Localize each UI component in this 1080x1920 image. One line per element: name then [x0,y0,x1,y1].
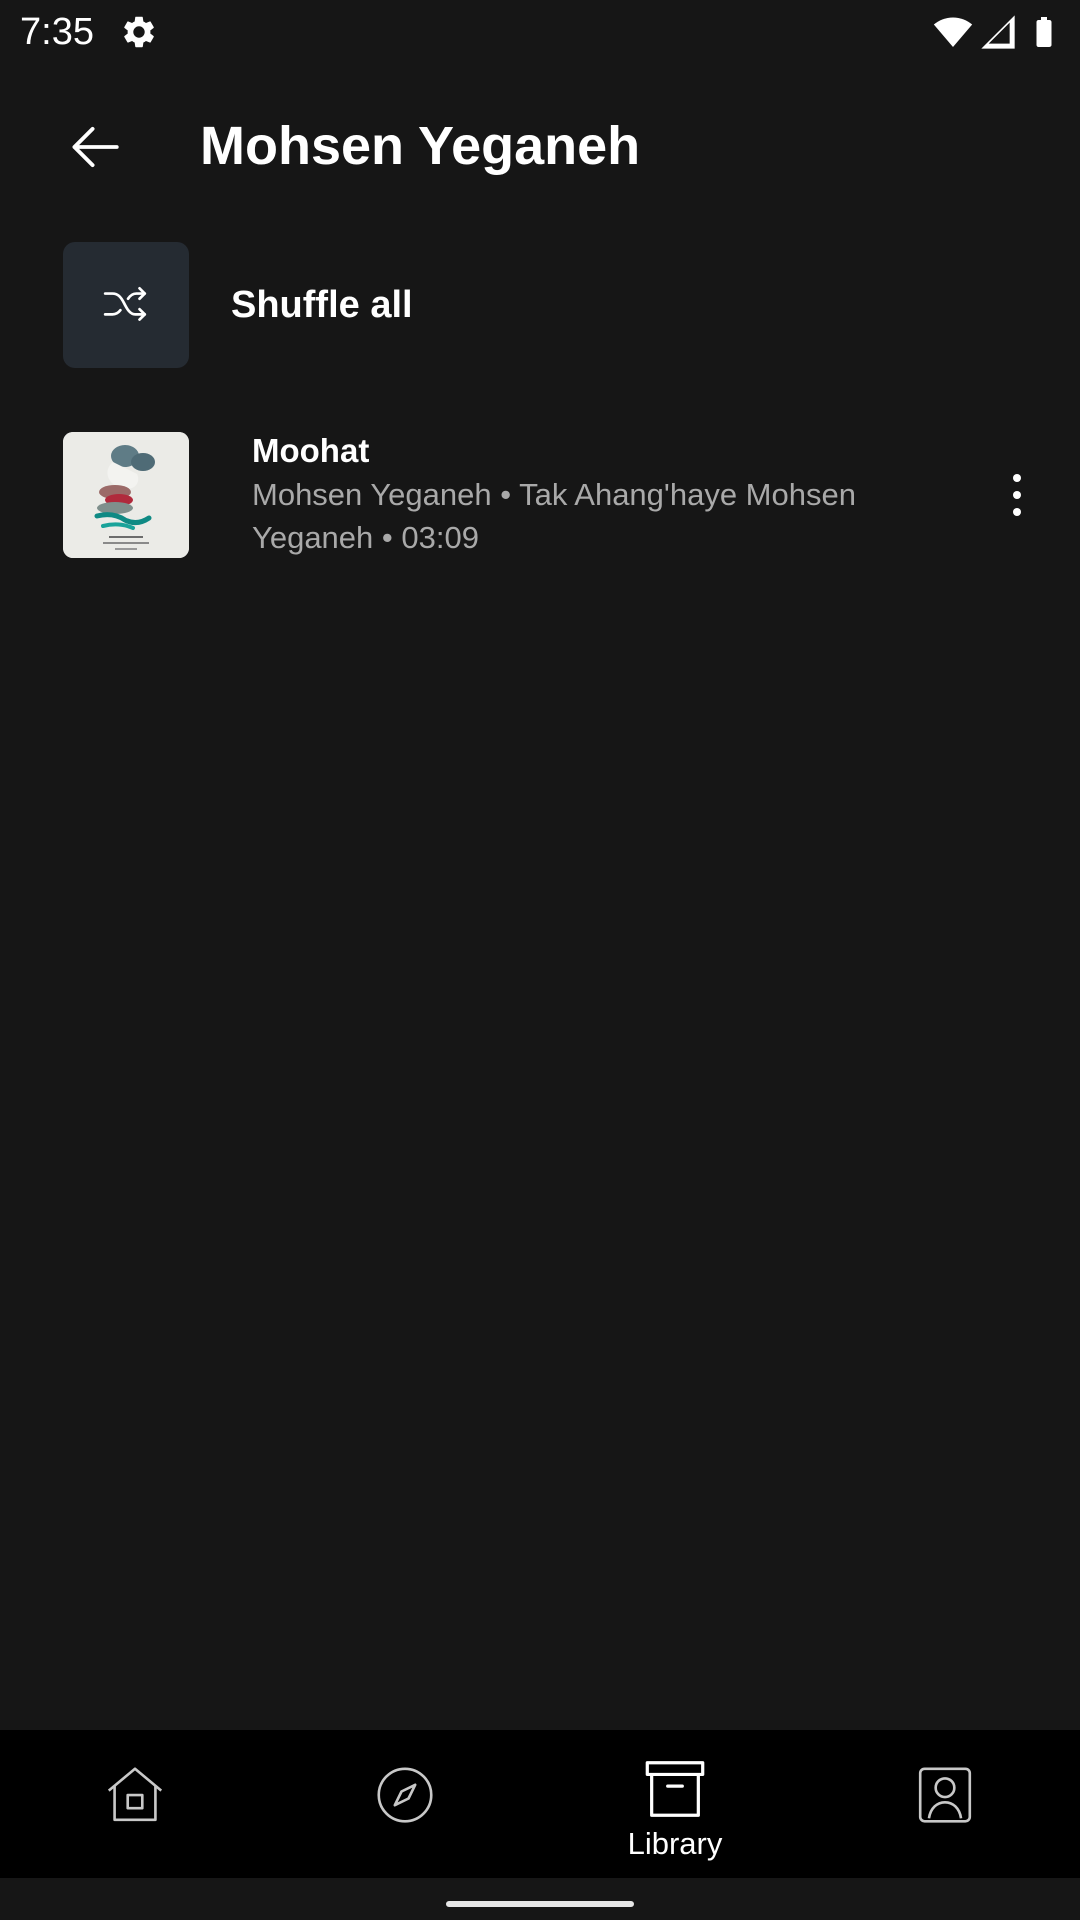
more-options-button[interactable] [987,450,1047,540]
gesture-bar [0,1878,1080,1920]
account-icon [918,1767,972,1823]
song-subtitle: Mohsen Yeganeh • Tak Ahang'haye Mohsen Y… [252,477,856,555]
shuffle-tile [63,242,189,368]
nav-explore[interactable] [270,1730,540,1878]
wifi-icon [933,17,973,47]
album-art [63,432,189,558]
nav-account[interactable] [810,1730,1080,1878]
shuffle-all-button[interactable]: Shuffle all [0,230,1080,380]
nav-library[interactable]: Library [540,1730,810,1878]
page-title: Mohsen Yeganeh [200,116,641,176]
more-vert-icon [1013,474,1021,516]
signal-icon [981,15,1015,49]
home-icon [107,1767,163,1822]
song-row[interactable]: Moohat Mohsen Yeganeh • Tak Ahang'haye M… [0,415,1080,575]
status-icons [932,12,1062,52]
shuffle-icon [103,286,147,321]
app-bar: Mohsen Yeganeh [0,64,1080,210]
gesture-handle[interactable] [446,1901,634,1907]
back-button[interactable] [50,102,140,192]
settings-icon [124,16,154,48]
song-title: Moohat [252,432,370,469]
explore-icon [377,1767,433,1823]
nav-home[interactable] [0,1730,270,1878]
status-time: 7:35 [20,11,94,53]
status-bar: 7:35 [0,0,1080,64]
battery-icon [1036,17,1052,47]
nav-library-label: Library [627,1826,723,1861]
arrow-back-icon [72,126,119,168]
album-art-image [63,432,189,558]
bottom-navigation: Library [0,1730,1080,1878]
library-icon [645,1761,705,1817]
shuffle-all-label: Shuffle all [231,284,413,326]
